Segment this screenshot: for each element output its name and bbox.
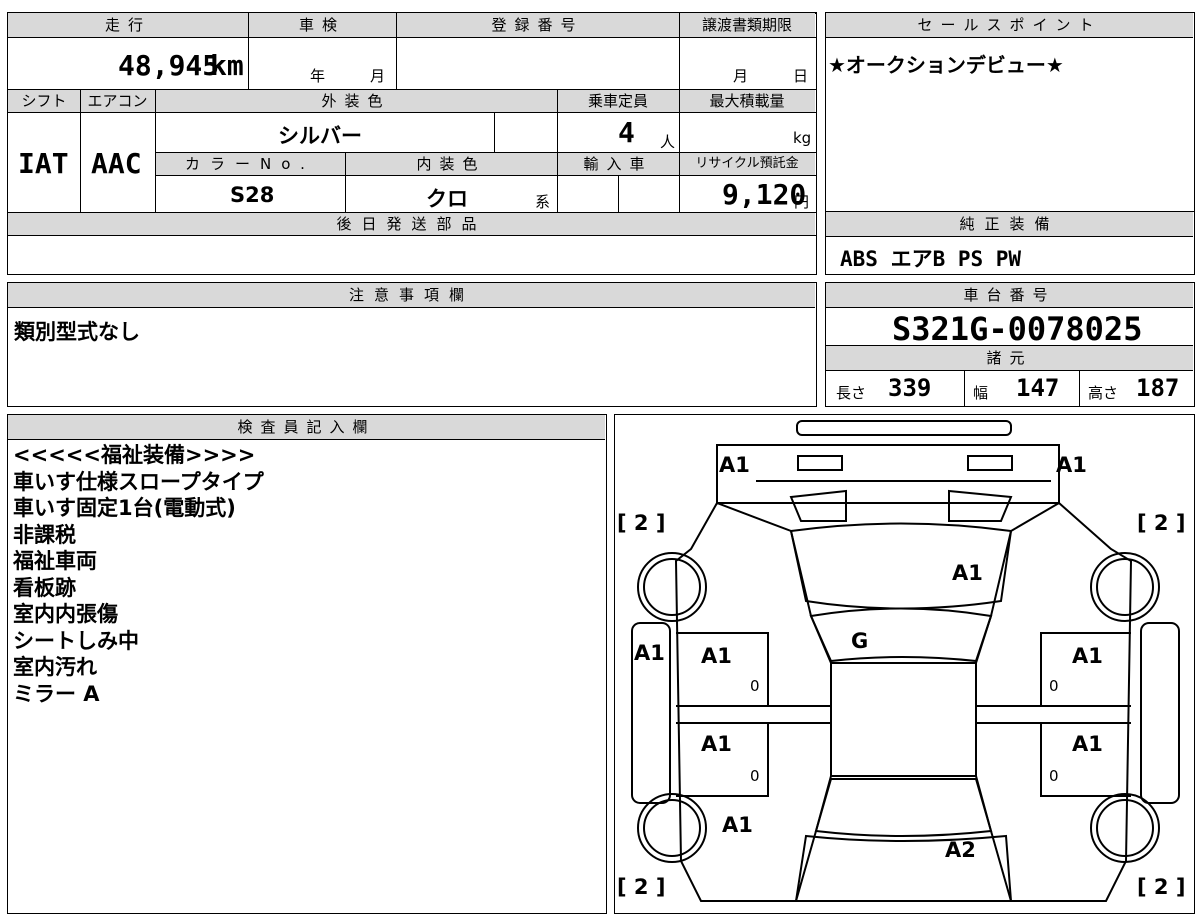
mark-front-left: A1 xyxy=(719,453,750,477)
width-label: 幅 xyxy=(973,384,989,402)
registration-header: 登録番号 xyxy=(396,13,679,37)
inspection-month-label: 月 xyxy=(370,67,386,85)
max-load-unit: kg xyxy=(793,129,812,147)
mark-tire-rr: [ 2 ] xyxy=(1137,875,1186,899)
sales-point-box: セールスポイント ★オークションデビュー★ xyxy=(825,12,1195,212)
mileage-unit: km xyxy=(210,49,244,82)
standard-equipment-header: 純正装備 xyxy=(826,212,1193,237)
mark-door-rr-small: 0 xyxy=(1049,767,1059,785)
color-no-header: カラーNo. xyxy=(155,153,345,175)
car-diagram-box: A1 A1 [ 2 ] [ 2 ] A1 G A1 A1 A1 0 0 A1 A… xyxy=(614,414,1195,914)
mark-tire-fl: [ 2 ] xyxy=(617,511,666,535)
mark-front-right-door: A1 xyxy=(1072,644,1103,668)
inspector-lines: <<<<<福祉装備>>>> 車いす仕様スロープタイプ 車いす固定1台(電動式) … xyxy=(13,442,264,707)
inspector-line: 室内内張傷 xyxy=(13,602,118,626)
height-label: 高さ xyxy=(1088,384,1119,402)
inspector-header: 検査員記入欄 xyxy=(8,415,605,440)
inspector-box: 検査員記入欄 <<<<<福祉装備>>>> 車いす仕様スロープタイプ 車いす固定1… xyxy=(7,414,607,914)
color-no-value: S28 xyxy=(230,183,275,207)
length-value: 339 xyxy=(888,374,932,402)
mileage-header: 走行 xyxy=(8,13,248,37)
capacity-value: 4 xyxy=(618,116,635,149)
mark-hood: A1 xyxy=(952,561,983,585)
sales-point-text: ★オークションデビュー★ xyxy=(828,53,1064,77)
mark-door-rl-small: 0 xyxy=(750,767,760,785)
later-parts-header: 後日発送部品 xyxy=(8,213,815,235)
mark-tire-fr: [ 2 ] xyxy=(1137,511,1186,535)
notes-box: 注意事項欄 類別型式なし xyxy=(7,282,817,407)
max-load-header: 最大積載量 xyxy=(679,90,815,112)
import-header: 輸入車 xyxy=(557,153,679,175)
inspector-line: シートしみ中 xyxy=(13,628,139,653)
mark-door-fr-small: 0 xyxy=(1049,677,1059,695)
standard-equipment-box: 純正装備 ABS エアB PS PW xyxy=(825,211,1195,275)
mark-rear-left-door: A1 xyxy=(701,732,732,756)
aircon-header: エアコン xyxy=(80,90,155,112)
mark-tire-rl: [ 2 ] xyxy=(617,875,666,899)
inspection-header: 車検 xyxy=(248,13,396,37)
vehicle-info-box: 走行 車検 登録番号 譲渡書類期限 48,945 km 年 月 月 日 シフト … xyxy=(7,12,817,275)
inspector-line: <<<<<福祉装備>>>> xyxy=(13,443,256,467)
deadline-month-label: 月 xyxy=(733,67,749,85)
recycle-fee-unit: 円 xyxy=(794,193,810,211)
inspector-line: 車いす仕様スロープタイプ xyxy=(13,469,264,494)
width-value: 147 xyxy=(1016,374,1060,402)
inspector-line: 室内汚れ xyxy=(13,655,97,679)
mark-front-left-door: A1 xyxy=(701,644,732,668)
recycle-fee-header: リサイクル預託金 xyxy=(679,153,815,175)
sales-point-header: セールスポイント xyxy=(826,13,1193,38)
inspector-line: 福祉車両 xyxy=(13,549,97,573)
mileage-value: 48,945 xyxy=(118,49,220,82)
mark-rear: A2 xyxy=(945,838,976,862)
exterior-color-header: 外装色 xyxy=(155,90,557,112)
inspector-line: 非課税 xyxy=(13,522,76,547)
inspector-line: ミラー A xyxy=(13,681,100,706)
mark-windshield: G xyxy=(851,629,869,653)
chassis-box: 車台番号 S321G-0078025 諸元 長さ 339 幅 147 高さ 18… xyxy=(825,282,1195,407)
deadline-header: 譲渡書類期限 xyxy=(679,13,815,37)
interior-color-suffix: 系 xyxy=(535,193,551,211)
inspection-year-label: 年 xyxy=(310,67,326,85)
specs-header: 諸元 xyxy=(826,345,1193,371)
chassis-header: 車台番号 xyxy=(826,283,1193,308)
chassis-number: S321G-0078025 xyxy=(892,310,1143,348)
deadline-day-label: 日 xyxy=(793,67,809,85)
inspector-line: 看板跡 xyxy=(13,575,76,600)
interior-color-value: クロ xyxy=(426,187,468,211)
shift-value: IAT xyxy=(18,147,69,180)
exterior-color-value: シルバー xyxy=(278,124,362,148)
height-value: 187 xyxy=(1136,374,1180,402)
mark-door-fl-small: 0 xyxy=(750,677,760,695)
inspector-line: 車いす固定1台(電動式) xyxy=(13,496,236,520)
capacity-unit: 人 xyxy=(660,133,676,151)
mark-rear-left: A1 xyxy=(722,813,753,837)
notes-text: 類別型式なし xyxy=(14,320,140,344)
shift-header: シフト xyxy=(8,90,80,112)
interior-color-header: 内装色 xyxy=(345,153,557,175)
mark-front-right: A1 xyxy=(1056,453,1087,477)
aircon-value: AAC xyxy=(91,147,142,180)
mark-left-side: A1 xyxy=(634,641,665,665)
standard-equipment-text: ABS エアB PS PW xyxy=(840,247,1022,271)
length-label: 長さ xyxy=(836,384,867,402)
mark-rear-right-door: A1 xyxy=(1072,732,1103,756)
notes-header: 注意事項欄 xyxy=(8,283,815,308)
capacity-header: 乗車定員 xyxy=(557,90,679,112)
